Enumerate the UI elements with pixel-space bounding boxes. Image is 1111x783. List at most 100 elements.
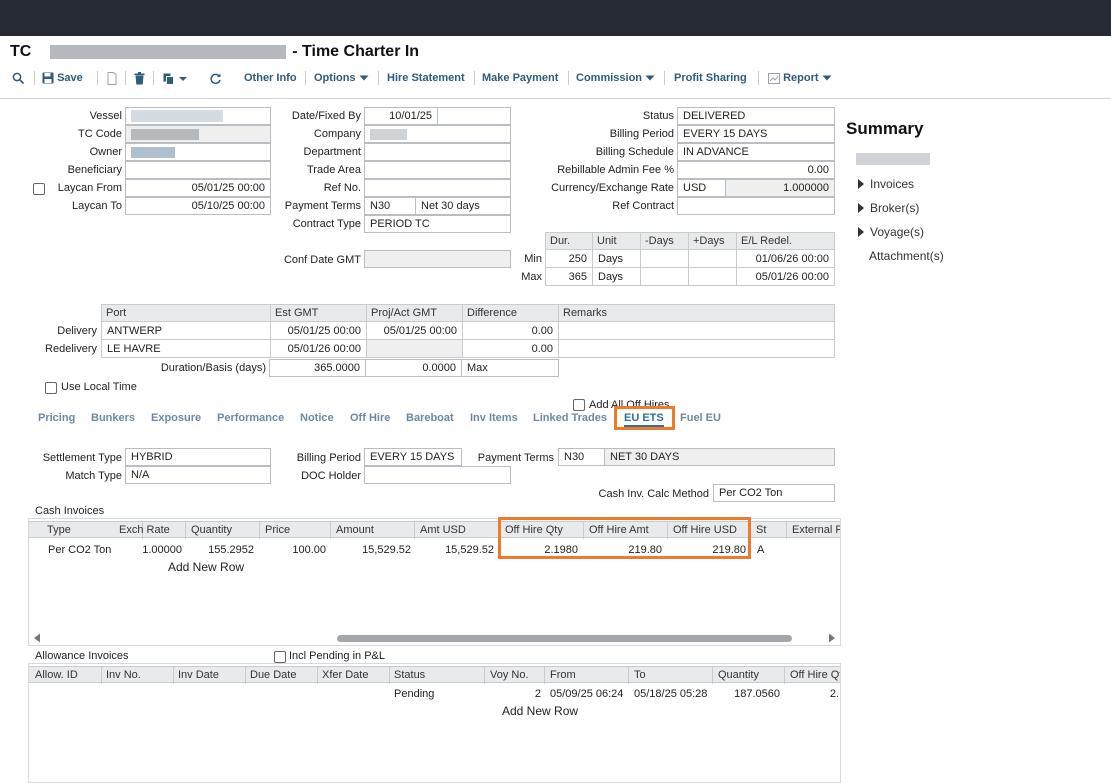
add-all-off-hires-checkbox[interactable] bbox=[573, 399, 585, 411]
cash-horizontal-scrollbar[interactable] bbox=[29, 630, 840, 645]
col-quantity: Quantity bbox=[713, 667, 785, 684]
duration-field[interactable]: 365.0000 bbox=[269, 359, 366, 377]
tab-fuel-eu[interactable]: Fuel EU bbox=[680, 412, 721, 424]
tab-linked-trades[interactable]: Linked Trades bbox=[533, 412, 607, 424]
allow-row-from: 05/09/25 06:24 bbox=[550, 688, 624, 700]
laycan-from-field[interactable]: 05/01/25 00:00 bbox=[125, 179, 271, 197]
delivery-est[interactable]: 05/01/25 00:00 bbox=[270, 321, 367, 340]
ref-contract-field[interactable] bbox=[677, 197, 835, 215]
vessel-field[interactable] bbox=[125, 107, 271, 125]
col-exch-rate: Exch Rate bbox=[114, 522, 186, 539]
expand-triangle-icon bbox=[858, 227, 864, 237]
settlement-type-field[interactable]: HYBRID bbox=[125, 448, 271, 466]
cash-invoices-title: Cash Invoices bbox=[35, 505, 105, 517]
tab-notice[interactable]: Notice bbox=[300, 412, 334, 424]
cash-row-type[interactable]: Per CO2 Ton bbox=[48, 542, 111, 558]
search-icon[interactable] bbox=[12, 68, 25, 88]
expand-triangle-icon bbox=[858, 203, 864, 213]
max-minus-days[interactable] bbox=[640, 267, 689, 286]
ref-no-field[interactable] bbox=[364, 179, 511, 197]
laycan-to-field[interactable]: 05/10/25 00:00 bbox=[125, 197, 271, 215]
tab-bareboat[interactable]: Bareboat bbox=[406, 412, 454, 424]
cash-add-new-row-link[interactable]: Add New Row bbox=[168, 559, 244, 575]
payment-terms-code-field[interactable]: N30 bbox=[364, 197, 416, 215]
date-fixed-field[interactable]: 10/01/25 bbox=[364, 107, 438, 125]
other-info-button[interactable]: Other Info bbox=[244, 68, 297, 88]
calc-method-field[interactable]: Per CO2 Ton bbox=[713, 484, 835, 502]
summary-attachments-link[interactable]: Attachment(s) bbox=[869, 249, 944, 263]
tab-pricing[interactable]: Pricing bbox=[38, 412, 75, 424]
incl-pending-checkbox[interactable] bbox=[274, 651, 286, 663]
summary-brokers[interactable]: Broker(s) bbox=[858, 201, 919, 215]
allowance-add-new-row-link[interactable]: Add New Row bbox=[502, 703, 578, 719]
col-remarks: Remarks bbox=[558, 304, 835, 322]
billing-schedule-field[interactable]: IN ADVANCE bbox=[677, 143, 835, 161]
col-inv-no: Inv No. bbox=[101, 667, 174, 684]
billing-period-field[interactable]: EVERY 15 DAYS bbox=[677, 125, 835, 143]
max-el-redel[interactable]: 05/01/26 00:00 bbox=[736, 267, 835, 286]
make-payment-button[interactable]: Make Payment bbox=[482, 68, 558, 88]
beneficiary-field[interactable] bbox=[125, 161, 271, 179]
cash-row-status: A bbox=[757, 544, 765, 556]
tab-off-hire[interactable]: Off Hire bbox=[350, 412, 390, 424]
delete-icon[interactable] bbox=[134, 68, 145, 88]
commission-menu[interactable]: Commission bbox=[576, 68, 655, 88]
rebillable-field[interactable]: 0.00 bbox=[677, 161, 835, 179]
ets-billing-period-field[interactable]: EVERY 15 DAYS bbox=[364, 448, 462, 466]
basis-field[interactable]: 0.0000 bbox=[365, 359, 462, 377]
basis-type-field[interactable]: Max bbox=[461, 359, 559, 377]
max-plus-days[interactable] bbox=[688, 267, 737, 286]
delivery-proj[interactable]: 05/01/25 00:00 bbox=[366, 321, 463, 340]
currency-label: Currency/Exchange Rate bbox=[551, 182, 674, 194]
match-type-field[interactable]: N/A bbox=[125, 466, 271, 484]
report-menu[interactable]: Report bbox=[768, 68, 832, 88]
redelivery-est[interactable]: 05/01/26 00:00 bbox=[270, 339, 367, 358]
redelivery-remarks[interactable] bbox=[558, 339, 835, 358]
min-dur[interactable]: 250 bbox=[545, 249, 593, 268]
redelivery-port[interactable]: LE HAVRE bbox=[101, 339, 271, 358]
min-minus-days[interactable] bbox=[640, 249, 689, 268]
cash-row-quantity[interactable]: 155.2952 bbox=[186, 542, 254, 558]
cash-row-exch-rate[interactable]: 1.00000 bbox=[114, 542, 182, 558]
options-menu[interactable]: Options bbox=[314, 68, 369, 88]
department-field[interactable] bbox=[364, 143, 511, 161]
currency-field[interactable]: USD bbox=[677, 179, 726, 197]
tab-inv-items[interactable]: Inv Items bbox=[470, 412, 518, 424]
doc-holder-field[interactable] bbox=[364, 466, 511, 484]
refresh-icon[interactable] bbox=[209, 68, 222, 88]
trade-area-field[interactable] bbox=[364, 161, 511, 179]
delivery-port[interactable]: ANTWERP bbox=[101, 321, 271, 340]
beneficiary-label: Beneficiary bbox=[67, 164, 122, 176]
col-off-hire-qty: Off Hire Qt bbox=[790, 669, 841, 681]
ets-payment-terms-code[interactable]: N30 bbox=[558, 448, 605, 466]
col-inv-date: Inv Date bbox=[173, 667, 246, 684]
delivery-label: Delivery bbox=[57, 325, 97, 337]
hire-statement-button[interactable]: Hire Statement bbox=[387, 68, 465, 88]
save-button[interactable]: Save bbox=[42, 68, 83, 88]
fixed-by-field[interactable] bbox=[437, 107, 511, 125]
summary-invoices[interactable]: Invoices bbox=[858, 177, 914, 191]
tab-performance[interactable]: Performance bbox=[217, 412, 284, 424]
copy-dropdown-icon[interactable] bbox=[163, 68, 189, 88]
min-unit[interactable]: Days bbox=[592, 249, 641, 268]
cash-row-price[interactable]: 100.00 bbox=[260, 542, 326, 558]
min-plus-days[interactable] bbox=[688, 249, 737, 268]
document-icon[interactable] bbox=[107, 68, 117, 88]
max-dur[interactable]: 365 bbox=[545, 267, 593, 286]
profit-sharing-button[interactable]: Profit Sharing bbox=[674, 68, 747, 88]
max-unit[interactable]: Days bbox=[592, 267, 641, 286]
min-el-redel[interactable]: 01/06/26 00:00 bbox=[736, 249, 835, 268]
owner-field[interactable] bbox=[125, 143, 271, 161]
contract-type-field[interactable]: PERIOD TC bbox=[364, 215, 511, 233]
col-status: Status bbox=[389, 667, 485, 684]
tab-bunkers[interactable]: Bunkers bbox=[91, 412, 135, 424]
summary-voyages[interactable]: Voyage(s) bbox=[858, 225, 924, 239]
tab-exposure[interactable]: Exposure bbox=[151, 412, 201, 424]
delivery-remarks[interactable] bbox=[558, 321, 835, 340]
company-label: Company bbox=[313, 128, 361, 140]
col-from: From bbox=[545, 667, 629, 684]
company-field[interactable] bbox=[364, 125, 511, 143]
use-local-time-checkbox[interactable] bbox=[45, 382, 57, 394]
status-field[interactable]: DELIVERED bbox=[677, 107, 835, 125]
col-xfer-date: Xfer Date bbox=[317, 667, 390, 684]
